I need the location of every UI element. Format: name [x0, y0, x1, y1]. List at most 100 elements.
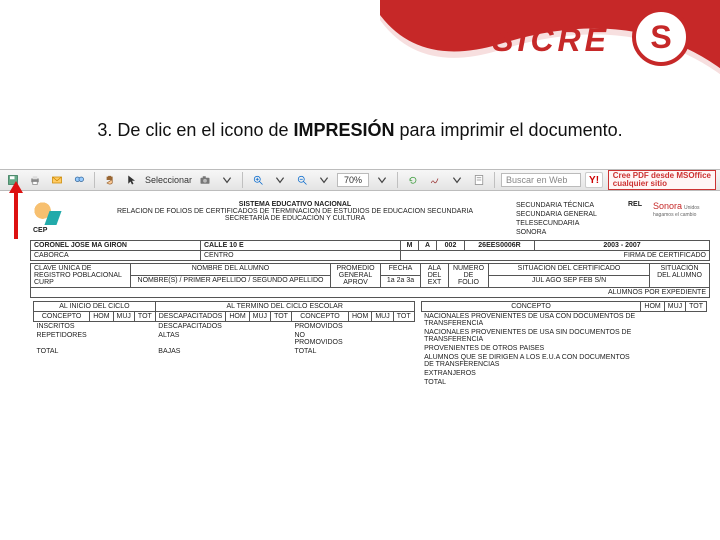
document-preview: CEP SISTEMA EDUCATIVO NACIONAL RELACION … [30, 200, 710, 388]
chevron-down-icon[interactable] [448, 171, 466, 189]
zoom-value[interactable]: 70% [337, 173, 369, 187]
li-c3: TOT [134, 312, 155, 322]
col-period: 2003 - 2007 [535, 241, 710, 251]
lt-c4: CONCEPTO [291, 312, 348, 322]
col-clave: 26EES0006R [465, 241, 535, 251]
select-tool-label: Seleccionar [145, 175, 192, 185]
cert-sign-label: FIRMA DE CERTIFICADO [401, 251, 710, 261]
school-street: CALLE 10 E [201, 241, 401, 251]
li-c0: CONCEPTO [34, 312, 90, 322]
sec-tecnica-label: SECUNDARIA TÉCNICA [513, 201, 600, 210]
col-a: A [419, 241, 437, 251]
caborca-cell: CABORCA [31, 251, 201, 261]
rb-r5: TOTAL [421, 378, 641, 387]
rb-h1: HOM [641, 302, 664, 312]
snapshot-icon[interactable] [196, 171, 214, 189]
instruction-text: 3. De clic en el icono de IMPRESIÓN para… [0, 118, 720, 142]
li-r0: INSCRITOS [34, 322, 90, 332]
form-icon[interactable] [470, 171, 488, 189]
num-l2: DE [464, 272, 474, 279]
lt-c2: MUJ [249, 312, 270, 322]
lt-rr2: TOTAL [291, 347, 348, 356]
rotate-icon[interactable] [404, 171, 422, 189]
brand-name: SICRE [492, 22, 610, 59]
li-c1: HOM [90, 312, 113, 322]
pdf-ad-line2: cualquier sitio [613, 180, 711, 188]
sonora-brand: Sonora [653, 201, 682, 211]
chevron-down-icon[interactable] [373, 171, 391, 189]
toolbar-separator [397, 172, 398, 188]
situ-al-l1: SITUACIÓN [660, 265, 698, 272]
ala-l2: DEL [428, 272, 442, 279]
sonora-label: SONORA [513, 228, 600, 237]
chevron-down-icon[interactable] [315, 171, 333, 189]
sign-icon[interactable] [426, 171, 444, 189]
instruction-bold: IMPRESIÓN [294, 120, 395, 140]
curp-l2: REGISTRO POBLACIONAL [34, 272, 122, 279]
rb-r1: NACIONALES PROVENIENTES DE USA SIN DOCUM… [421, 328, 641, 344]
print-icon[interactable] [26, 171, 44, 189]
sep-logo-icon [33, 201, 57, 225]
pdf-ad-banner[interactable]: Cree PDF desde MSOffice cualquier sitio [608, 170, 716, 191]
cep-label: CEP [33, 227, 47, 234]
rb-h2: MUJ [664, 302, 685, 312]
fecha-label: FECHA [381, 264, 421, 276]
web-search-input[interactable]: Buscar en Web [501, 173, 581, 187]
tele-label: TELESECUNDARIA [513, 219, 600, 228]
num-l1: NUMERO [453, 265, 484, 272]
zoom-in-icon[interactable] [249, 171, 267, 189]
centro-cell: CENTRO [201, 251, 401, 261]
slide-header: SICRE S [0, 0, 720, 80]
sec-general-label: SECUNDARIA GENERAL [513, 210, 600, 219]
hand-tool-icon[interactable] [101, 171, 119, 189]
search-doc-icon[interactable] [70, 171, 88, 189]
lt-c1: HOM [226, 312, 249, 322]
secretaria-label: SECRETARÍA DE EDUCACIÓN Y CULTURA [225, 215, 365, 222]
rel-label: REL [628, 201, 642, 208]
num-l3: FOLIO [458, 279, 479, 286]
lt-rr1: NO PROMOVIDOS [291, 331, 348, 347]
col-code: 002 [437, 241, 465, 251]
lt-c7: TOT [393, 312, 414, 322]
system-title: SISTEMA EDUCATIVO NACIONAL [239, 201, 351, 208]
al-inicio-label: AL INICIO DEL CICLO [34, 302, 156, 312]
select-tool-icon[interactable] [123, 171, 141, 189]
prom-l3: APROV [343, 279, 368, 286]
lt-c0: DESCAPACITADOS [155, 312, 226, 322]
mail-icon[interactable] [48, 171, 66, 189]
callout-arrow [14, 191, 18, 239]
lt-rr0: PROMOVIDOS [291, 322, 348, 332]
col-m: M [401, 241, 419, 251]
nombre-sub: NOMBRE(S) / PRIMER APELLIDO / SEGUNDO AP… [131, 276, 331, 288]
prom-l1: PROMEDIO [336, 265, 374, 272]
rb-h3: TOT [686, 302, 707, 312]
ala-l1: ALA [428, 265, 441, 272]
li-c2: MUJ [113, 312, 134, 322]
sit-label: SITUACION DEL CERTIFICADO [489, 264, 650, 276]
zoom-out-icon[interactable] [293, 171, 311, 189]
toolbar-separator [494, 172, 495, 188]
curp-l3: CURP [34, 279, 54, 286]
rb-r2: PROVENIENTES DE OTROS PAISES [421, 344, 641, 353]
rb-r4: EXTRANJEROS [421, 369, 641, 378]
li-r1: REPETIDORES [34, 331, 90, 347]
lt-rl1: ALTAS [155, 331, 226, 347]
chevron-down-icon[interactable] [271, 171, 289, 189]
alumnos-exped: ALUMNOS POR EXPEDIENTE [31, 288, 710, 298]
instruction-suffix: para imprimir el documento. [400, 120, 623, 140]
lt-c3: TOT [271, 312, 292, 322]
yahoo-icon[interactable]: Y! [585, 172, 603, 188]
nombre-label: NOMBRE DEL ALUMNO [131, 264, 331, 276]
system-subtitle: RELACION DE FOLIOS DE CERTIFICADOS DE TE… [117, 208, 473, 215]
sit-sub: JUL AGO SEP FEB S/N [489, 276, 650, 288]
pdf-toolbar: Seleccionar 70% Buscar en Web Y! Cree PD… [0, 169, 720, 191]
lt-c6: MUJ [372, 312, 393, 322]
lt-c5: HOM [348, 312, 371, 322]
rb-r0: NACIONALES PROVENIENTES DE USA CON DOCUM… [421, 312, 641, 329]
lt-rl2: BAJAS [155, 347, 226, 356]
lt-rl0: DESCAPACITADOS [155, 322, 226, 332]
prom-l2: GENERAL [339, 272, 372, 279]
school-name: CORONEL JOSE MA GIRON [31, 241, 201, 251]
chevron-down-icon[interactable] [218, 171, 236, 189]
li-r2: TOTAL [34, 347, 90, 356]
